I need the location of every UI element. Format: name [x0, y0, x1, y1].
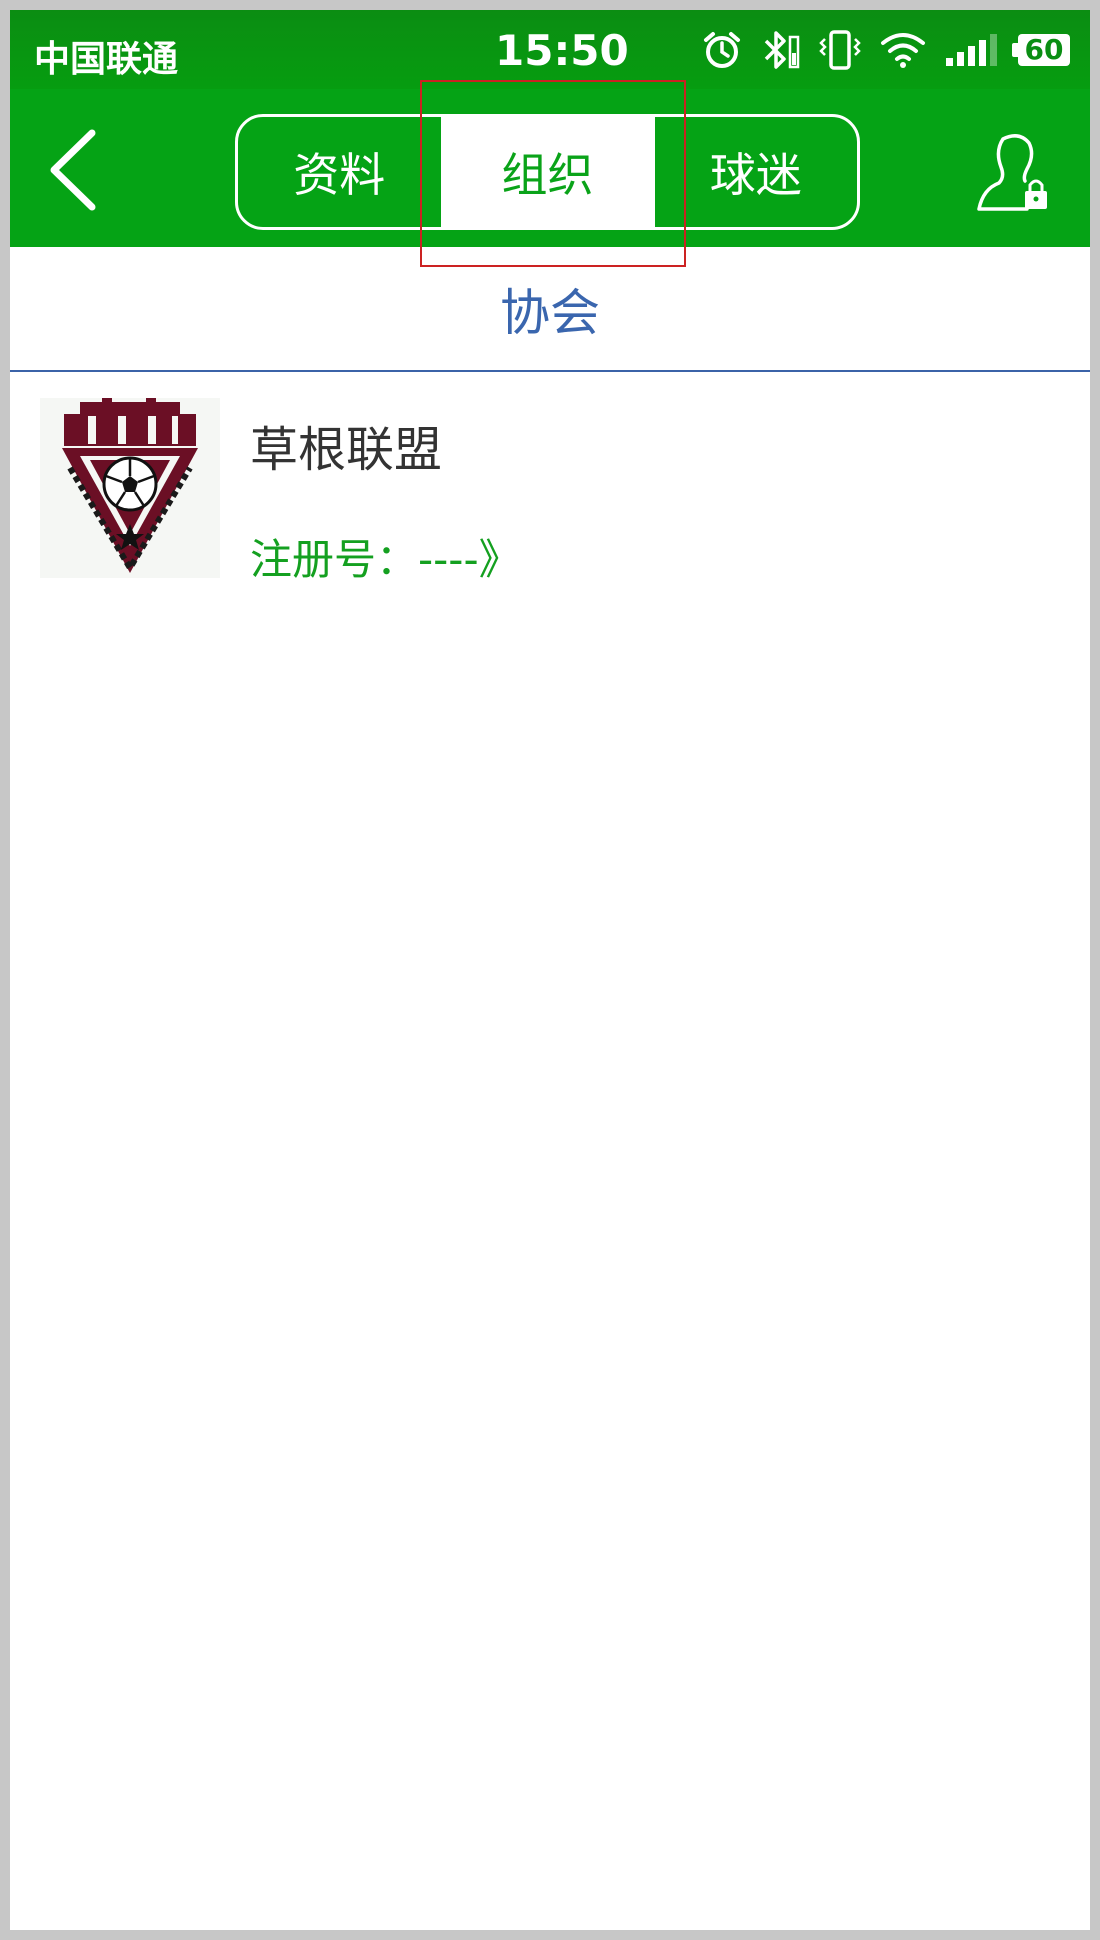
app-screen: 中国联通 15:50 60 资料 组织 球迷 协会 草根联盟 注册号：----》 — [10, 10, 1090, 1930]
section-title: 协会 — [10, 247, 1090, 372]
status-bar: 中国联通 15:50 60 — [10, 10, 1090, 89]
soccer-crest-icon — [62, 398, 198, 574]
bluetooth-icon — [764, 31, 800, 69]
organization-row[interactable]: 草根联盟 注册号：----》 — [10, 380, 1090, 584]
org-name: 草根联盟 — [250, 422, 443, 478]
tab-organization[interactable]: 组织 — [440, 117, 655, 227]
user-lock-icon[interactable] — [975, 129, 1055, 219]
back-button[interactable] — [40, 125, 110, 215]
wifi-icon — [881, 33, 925, 68]
vibrate-icon — [819, 30, 861, 70]
segmented-tabs: 资料 组织 球迷 — [235, 114, 860, 230]
org-logo — [40, 398, 220, 578]
alarm-icon — [704, 32, 740, 68]
carrier-label: 中国联通 — [34, 39, 179, 80]
tab-fans[interactable]: 球迷 — [655, 117, 858, 227]
clock: 15:50 — [495, 26, 629, 75]
tab-profile[interactable]: 资料 — [238, 117, 441, 227]
status-icons: 60 — [702, 28, 1070, 72]
battery-icon: 60 — [1012, 34, 1070, 66]
signal-icon — [946, 34, 997, 66]
org-registration-link[interactable]: 注册号：----》 — [250, 526, 521, 587]
nav-bar: 资料 组织 球迷 — [10, 89, 1090, 247]
